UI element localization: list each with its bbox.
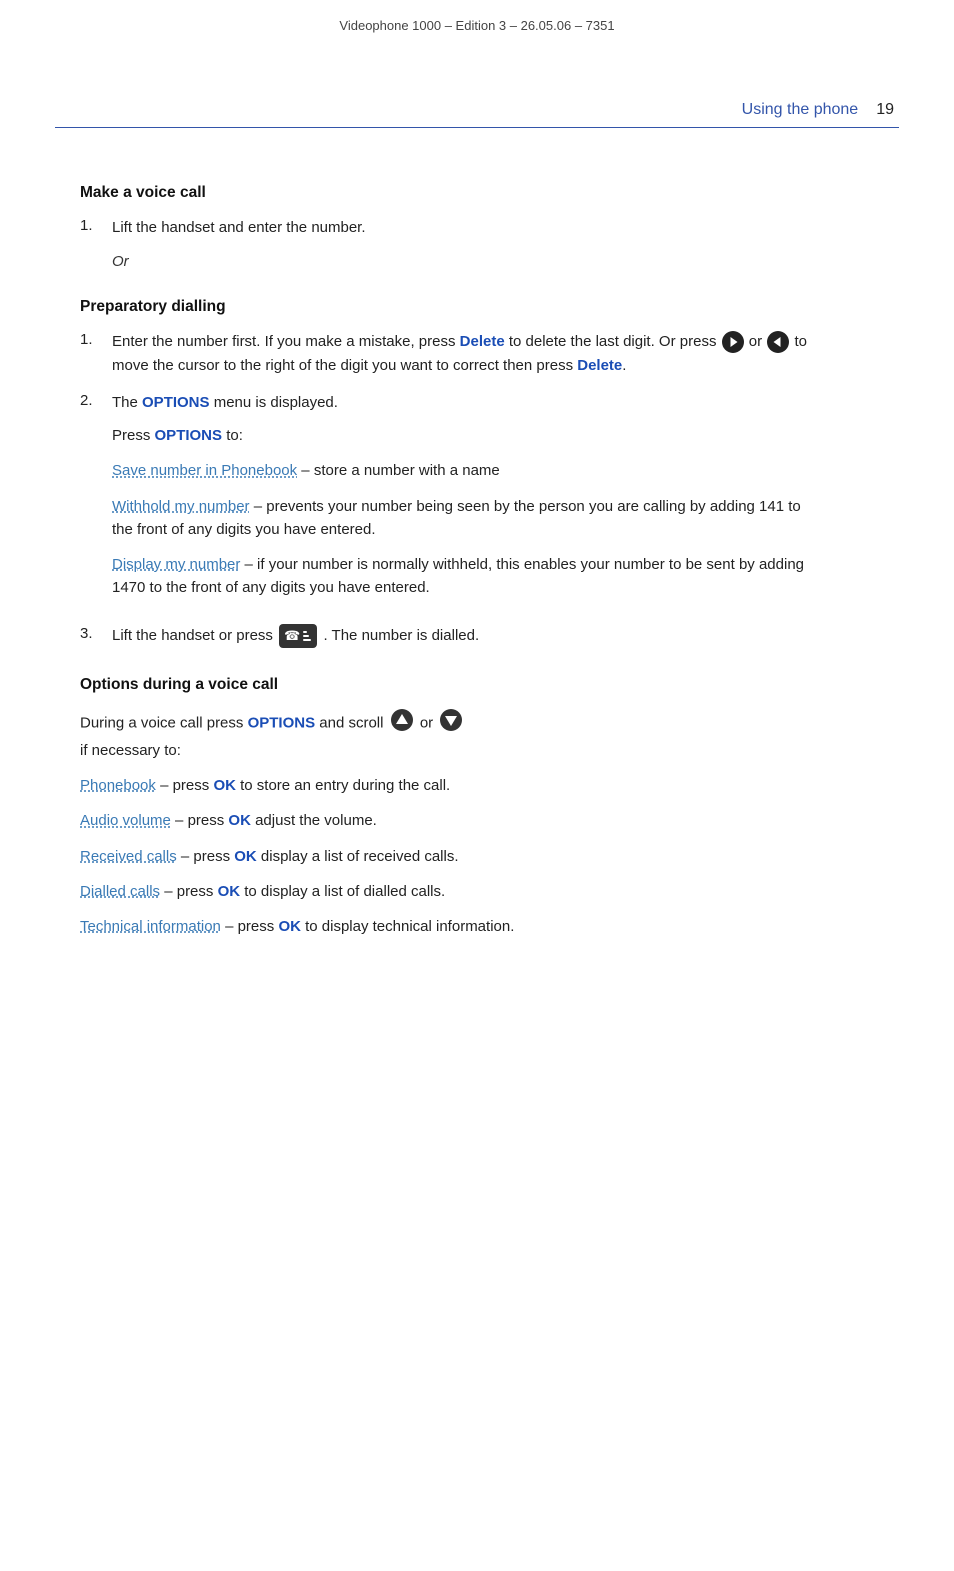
list-num-p3: 3. bbox=[80, 624, 102, 642]
scroll-down-icon bbox=[439, 708, 463, 739]
dialled-ok: OK bbox=[218, 883, 241, 900]
prep-step3-content: Lift the handset or press ☎ . The number… bbox=[112, 624, 820, 648]
left-nav-icon bbox=[722, 331, 744, 353]
audio-volume-link: Audio volume bbox=[80, 812, 171, 829]
press-options-line: Press OPTIONS to: bbox=[112, 424, 820, 447]
tech-ok: OK bbox=[278, 918, 301, 935]
list-item: 1. Lift the handset and enter the number… bbox=[80, 216, 820, 239]
page-container: Videophone 1000 – Edition 3 – 26.05.06 –… bbox=[0, 0, 954, 1571]
intro-prefix: During a voice call press bbox=[80, 714, 248, 731]
step1-text: Lift the handset and enter the number. bbox=[112, 216, 820, 239]
prep-step1-mid: to delete the last digit. Or press bbox=[505, 333, 717, 350]
list-num-p1: 1. bbox=[80, 330, 102, 348]
or-between-btns: or bbox=[749, 333, 767, 350]
menu-item-save: Save number in Phonebook – store a numbe… bbox=[112, 459, 820, 482]
prep-step1-prefix: Enter the number first. If you make a mi… bbox=[112, 333, 460, 350]
step3-suffix: . The number is dialled. bbox=[323, 627, 479, 644]
options-phonebook: Phonebook – press OK to store an entry d… bbox=[80, 774, 820, 797]
options-received-calls: Received calls – press OK display a list… bbox=[80, 845, 820, 868]
make-voice-call-list: 1. Lift the handset and enter the number… bbox=[80, 216, 820, 239]
main-content: Make a voice call 1. Lift the handset an… bbox=[0, 128, 880, 984]
signal-lines-icon bbox=[303, 631, 311, 641]
withhold-link: Withhold my number bbox=[112, 498, 250, 515]
step3-prefix: Lift the handset or press bbox=[112, 627, 273, 644]
header-text: Videophone 1000 – Edition 3 – 26.05.06 –… bbox=[339, 18, 614, 33]
options-intro-line: During a voice call press OPTIONS and sc… bbox=[80, 708, 820, 763]
delete-label-2: Delete bbox=[577, 357, 622, 374]
page-header: Videophone 1000 – Edition 3 – 26.05.06 –… bbox=[0, 0, 954, 41]
step2-options: OPTIONS bbox=[142, 394, 210, 411]
prep-step1-end: . bbox=[622, 357, 626, 374]
options-audio-volume: Audio volume – press OK adjust the volum… bbox=[80, 809, 820, 832]
prep-list-item-3: 3. Lift the handset or press ☎ . The num… bbox=[80, 624, 820, 648]
audio-suffix: adjust the volume. bbox=[251, 812, 377, 829]
step2-prefix: The bbox=[112, 394, 142, 411]
phonebook-ok: OK bbox=[213, 777, 236, 794]
prep-list-item-1: 1. Enter the number first. If you make a… bbox=[80, 330, 820, 377]
press-options-text: OPTIONS bbox=[155, 427, 223, 444]
page-number: 19 bbox=[876, 101, 894, 119]
list-num-1: 1. bbox=[80, 216, 102, 234]
tech-suffix: to display technical information. bbox=[301, 918, 514, 935]
section-title: Using the phone bbox=[742, 101, 859, 119]
received-calls-link: Received calls bbox=[80, 848, 177, 865]
phonebook-suffix: to store an entry during the call. bbox=[236, 777, 450, 794]
dialled-calls-link: Dialled calls bbox=[80, 883, 160, 900]
tech-prefix: – press bbox=[221, 918, 279, 935]
step2-suffix: menu is displayed. bbox=[210, 394, 338, 411]
prep-step2-content: The OPTIONS menu is displayed. Press OPT… bbox=[112, 391, 820, 610]
phonebook-prefix: – press bbox=[156, 777, 214, 794]
display-number-link: Display my number bbox=[112, 556, 240, 573]
or-text: Or bbox=[112, 253, 820, 270]
save-number-desc: – store a number with a name bbox=[297, 462, 500, 479]
dialled-suffix: to display a list of dialled calls. bbox=[240, 883, 445, 900]
technical-info-link: Technical information bbox=[80, 918, 221, 935]
menu-item-withhold: Withhold my number – prevents your numbe… bbox=[112, 495, 820, 542]
menu-item-display: Display my number – if your number is no… bbox=[112, 553, 820, 600]
options-voice-call-heading: Options during a voice call bbox=[80, 676, 820, 694]
press-label: Press bbox=[112, 427, 155, 444]
delete-label-1: Delete bbox=[460, 333, 505, 350]
call-button-icon: ☎ bbox=[279, 624, 317, 648]
list-num-p2: 2. bbox=[80, 391, 102, 409]
phone-icon: ☎ bbox=[284, 626, 300, 646]
save-number-link: Save number in Phonebook bbox=[112, 462, 297, 479]
preparatory-list: 1. Enter the number first. If you make a… bbox=[80, 330, 820, 647]
signal-bar-2 bbox=[303, 635, 309, 637]
intro-suffix: if necessary to: bbox=[80, 742, 181, 759]
received-prefix: – press bbox=[177, 848, 235, 865]
intro-mid: and scroll bbox=[315, 714, 383, 731]
received-ok: OK bbox=[234, 848, 257, 865]
dialled-prefix: – press bbox=[160, 883, 218, 900]
phonebook-link: Phonebook bbox=[80, 777, 156, 794]
audio-prefix: – press bbox=[171, 812, 229, 829]
intro-or-text: or bbox=[420, 714, 433, 731]
options-block: Press OPTIONS to: Save number in Phonebo… bbox=[112, 424, 820, 600]
top-title-bar: Using the phone 19 bbox=[0, 41, 954, 127]
prep-step1-content: Enter the number first. If you make a mi… bbox=[112, 330, 820, 377]
received-suffix: display a list of received calls. bbox=[257, 848, 459, 865]
options-technical-info: Technical information – press OK to disp… bbox=[80, 915, 820, 938]
audio-ok: OK bbox=[228, 812, 251, 829]
intro-options-text: OPTIONS bbox=[248, 714, 316, 731]
options-dialled-calls: Dialled calls – press OK to display a li… bbox=[80, 880, 820, 903]
make-voice-call-heading: Make a voice call bbox=[80, 184, 820, 202]
signal-bar-3 bbox=[303, 639, 311, 641]
right-nav-icon bbox=[767, 331, 789, 353]
press-to: to: bbox=[222, 427, 243, 444]
preparatory-dialling-heading: Preparatory dialling bbox=[80, 298, 820, 316]
signal-bar-1 bbox=[303, 631, 307, 633]
scroll-up-icon bbox=[390, 708, 414, 739]
prep-list-item-2: 2. The OPTIONS menu is displayed. Press … bbox=[80, 391, 820, 610]
